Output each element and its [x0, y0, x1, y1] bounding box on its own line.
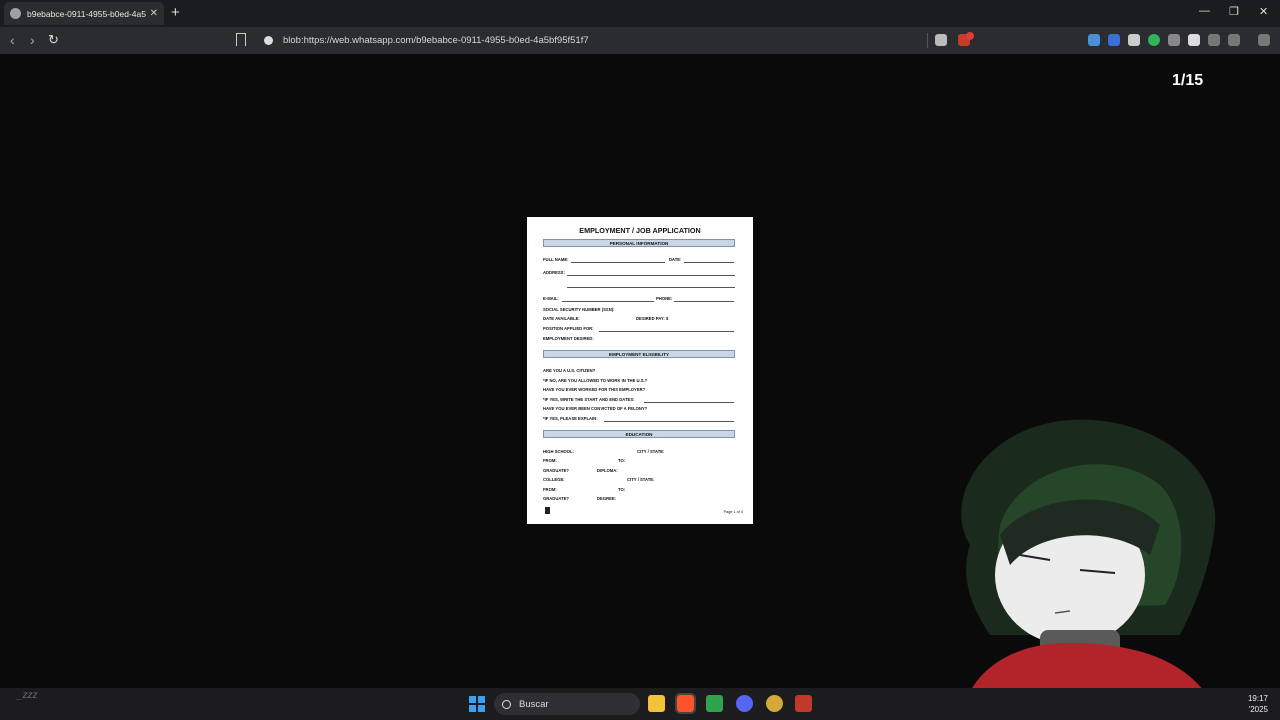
- extension-icon[interactable]: [1108, 34, 1120, 46]
- tabs-extension-icon[interactable]: [1128, 34, 1140, 46]
- field-line: [684, 262, 734, 263]
- field-degree: DEGREE:: [597, 496, 617, 501]
- divider: [927, 33, 928, 48]
- sidebar-icon[interactable]: [1228, 34, 1240, 46]
- document-page: EMPLOYMENT / JOB APPLICATION PERSONAL IN…: [527, 217, 753, 524]
- field-address: ADDRESS:: [543, 270, 565, 275]
- taskbar: _zzz Buscar 19:17 '2025: [0, 688, 1280, 720]
- brave-shields-icon[interactable]: [935, 34, 947, 46]
- discord-icon[interactable]: [736, 695, 753, 712]
- field-explain: *IF YES, PLEASE EXPLAIN:: [543, 416, 598, 421]
- menu-icon[interactable]: [1258, 34, 1270, 46]
- translate-icon[interactable]: [1088, 34, 1100, 46]
- field-line: [644, 402, 734, 403]
- clock-date: '2025: [1248, 705, 1268, 714]
- site-info-icon[interactable]: [264, 36, 273, 45]
- tab-close-icon[interactable]: ✕: [150, 8, 158, 19]
- field-to-2: TO:: [618, 487, 626, 492]
- app-icon-2[interactable]: [766, 695, 783, 712]
- field-date: DATE:: [669, 257, 682, 262]
- reload-icon[interactable]: ↻: [48, 32, 59, 48]
- browser-toolbar: ‹ › ↻ blob:https://web.whatsapp.com/b9eb…: [0, 27, 1280, 54]
- system-clock[interactable]: 19:17 '2025: [1242, 693, 1268, 715]
- field-allowed: *IF NO, ARE YOU ALLOWED TO WORK IN THE U…: [543, 378, 648, 383]
- field-worked-before: HAVE YOU EVER WORKED FOR THIS EMPLOYER?: [543, 387, 646, 392]
- section-employment-eligibility: EMPLOYMENT ELIGIBILITY: [543, 350, 735, 358]
- field-citizen: ARE YOU A U.S. CITIZEN?: [543, 368, 596, 373]
- field-position: POSITION APPLIED FOR:: [543, 326, 594, 331]
- field-graduate-1: GRADUATE?: [543, 468, 569, 473]
- field-ssn: SOCIAL SECURITY NUMBER (SSN):: [543, 307, 615, 312]
- section-education: EDUCATION: [543, 430, 735, 438]
- section-personal-information: PERSONAL INFORMATION: [543, 239, 735, 247]
- puzzle-icon[interactable]: [1208, 34, 1220, 46]
- settings-extension-icon[interactable]: [1168, 34, 1180, 46]
- shield-icon[interactable]: [1188, 34, 1200, 46]
- field-line: [599, 331, 734, 332]
- document-icon: [545, 507, 550, 514]
- field-from-2: FROM:: [543, 487, 557, 492]
- new-tab-button[interactable]: +: [171, 4, 180, 21]
- field-line: [674, 301, 734, 302]
- field-high-school: HIGH SCHOOL:: [543, 449, 574, 454]
- field-line: [604, 421, 734, 422]
- bookmark-icon[interactable]: [236, 33, 246, 46]
- field-line: [562, 301, 654, 302]
- field-city-state-col: CITY / STATE:: [627, 477, 655, 482]
- page-footer: Page 1 of 4: [723, 510, 743, 514]
- field-diploma: DIPLOMA:: [597, 468, 618, 473]
- field-phone: PHONE:: [656, 296, 673, 301]
- taskbar-search[interactable]: Buscar: [494, 693, 640, 715]
- field-date-available: DATE AVAILABLE:: [543, 316, 580, 321]
- field-desired-pay: DESIRED PAY: $: [636, 316, 669, 321]
- field-graduate-2: GRADUATE?: [543, 496, 569, 501]
- field-email: E-MAIL:: [543, 296, 559, 301]
- file-explorer-icon[interactable]: [648, 695, 665, 712]
- browser-tab[interactable]: b9ebabce-0911-4955-b0ed-4a5 ✕: [4, 2, 164, 25]
- back-button[interactable]: ‹: [10, 32, 15, 48]
- notification-badge: [966, 32, 974, 40]
- field-college: COLLEGE:: [543, 477, 565, 482]
- search-icon: [502, 699, 511, 709]
- forward-button[interactable]: ›: [30, 32, 35, 48]
- field-employment-desired: EMPLOYMENT DESIRED:: [543, 336, 594, 341]
- clock-time: 19:17: [1247, 694, 1268, 703]
- search-label: Buscar: [519, 698, 549, 710]
- app-icon[interactable]: [706, 695, 723, 712]
- url-text: blob:https://web.whatsapp.com/b9ebabce-0…: [283, 35, 589, 46]
- field-to-1: TO:: [618, 458, 626, 463]
- field-dates: *IF YES, WRITE THE START AND END DATES:: [543, 397, 635, 402]
- tab-title: b9ebabce-0911-4955-b0ed-4a5: [27, 8, 146, 19]
- restore-button[interactable]: ❐: [1229, 5, 1239, 18]
- avatar: [960, 419, 1220, 720]
- address-bar[interactable]: blob:https://web.whatsapp.com/b9ebabce-0…: [256, 30, 976, 51]
- field-felony: HAVE YOU EVER BEEN CONVICTED OF A FELONY…: [543, 406, 648, 411]
- minimize-button[interactable]: —: [1199, 5, 1210, 17]
- vpn-icon[interactable]: [1148, 34, 1160, 46]
- field-from-1: FROM:: [543, 458, 557, 463]
- field-line: [567, 275, 735, 276]
- field-line: [567, 287, 735, 288]
- field-city-state-hs: CITY / STATE:: [637, 449, 665, 454]
- tab-strip: b9ebabce-0911-4955-b0ed-4a5 ✕ + — ❐ ✕: [0, 0, 1280, 27]
- status-text: _zzz: [17, 690, 38, 701]
- windows-start-icon[interactable]: [469, 696, 485, 712]
- brave-browser-icon[interactable]: [675, 693, 696, 714]
- page-counter: 1/15: [1172, 72, 1204, 89]
- field-line: [571, 262, 665, 263]
- app-icon-3[interactable]: [795, 695, 812, 712]
- document-title: EMPLOYMENT / JOB APPLICATION: [579, 226, 701, 235]
- field-full-name: FULL NAME:: [543, 257, 569, 262]
- close-window-button[interactable]: ✕: [1259, 5, 1268, 18]
- globe-icon: [10, 8, 21, 19]
